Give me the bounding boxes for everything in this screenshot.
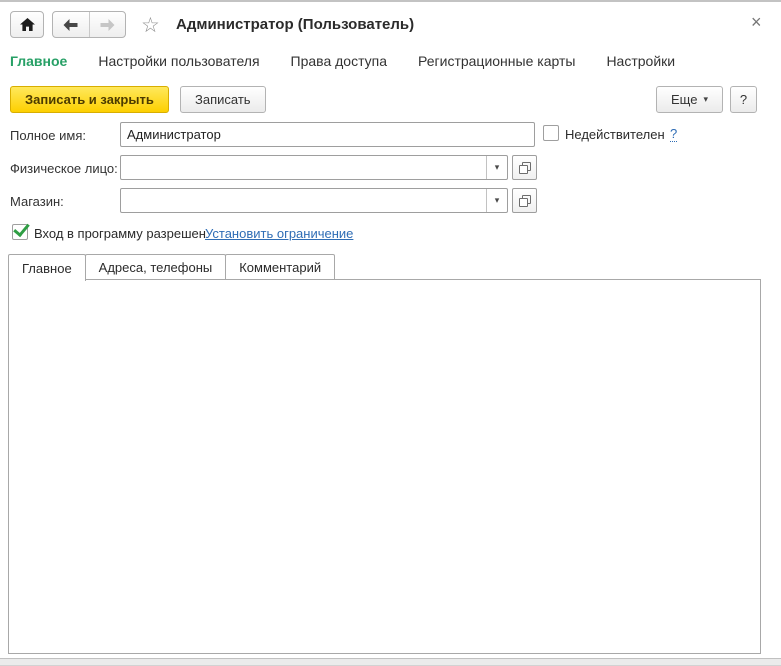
- close-icon[interactable]: ×: [751, 13, 762, 31]
- store-input[interactable]: [121, 189, 486, 212]
- menu-item-user-settings[interactable]: Настройки пользователя: [98, 53, 259, 69]
- arrow-left-icon: [63, 19, 78, 31]
- store-open-button[interactable]: [512, 188, 537, 213]
- history-nav-group: [52, 11, 126, 38]
- full-name-label: Полное имя:: [10, 128, 86, 143]
- help-button[interactable]: ?: [730, 86, 757, 113]
- chevron-down-icon: ▾: [703, 94, 708, 105]
- house-icon: [20, 18, 35, 31]
- save-and-close-button[interactable]: Записать и закрыть: [10, 86, 169, 113]
- arrow-right-icon: [100, 19, 115, 31]
- store-dropdown-button[interactable]: ▾: [486, 189, 507, 212]
- section-menu: Главное Настройки пользователя Права дос…: [10, 53, 675, 69]
- chevron-down-icon: ▾: [495, 162, 500, 173]
- tab-panel-main: [8, 279, 761, 654]
- person-dropdown-button[interactable]: ▾: [486, 156, 507, 179]
- favorite-star-icon[interactable]: ☆: [141, 15, 160, 36]
- more-button-label: Еще: [671, 92, 697, 107]
- back-button[interactable]: [53, 12, 89, 37]
- tab-addresses[interactable]: Адреса, телефоны: [85, 254, 227, 280]
- login-allowed-checkbox[interactable]: [12, 224, 28, 240]
- tab-strip: Главное Адреса, телефоны Комментарий: [8, 254, 334, 281]
- store-combo: ▾: [120, 188, 508, 213]
- invalid-checkbox[interactable]: [543, 125, 559, 141]
- window-title: Администратор (Пользователь): [176, 16, 414, 33]
- tab-main[interactable]: Главное: [8, 254, 86, 281]
- store-label: Магазин:: [10, 194, 64, 209]
- tab-comment[interactable]: Комментарий: [225, 254, 335, 280]
- invalid-label: Недействителен: [565, 127, 665, 142]
- save-button[interactable]: Записать: [180, 86, 266, 113]
- chevron-down-icon: ▾: [495, 195, 500, 206]
- person-open-button[interactable]: [512, 155, 537, 180]
- person-combo: ▾: [120, 155, 508, 180]
- window-bottom-bar: [0, 658, 781, 666]
- user-form-window: ☆ Администратор (Пользователь) × Главное…: [0, 0, 781, 666]
- invalid-help-link[interactable]: ?: [670, 126, 677, 142]
- menu-item-settings[interactable]: Настройки: [606, 53, 675, 69]
- open-form-icon: [519, 162, 531, 174]
- login-allowed-label: Вход в программу разрешен: [34, 226, 206, 241]
- person-label: Физическое лицо:: [10, 161, 118, 176]
- open-form-icon: [519, 195, 531, 207]
- menu-item-registration-cards[interactable]: Регистрационные карты: [418, 53, 575, 69]
- full-name-input[interactable]: [120, 122, 535, 147]
- forward-button[interactable]: [90, 12, 126, 37]
- menu-item-access-rights[interactable]: Права доступа: [291, 53, 387, 69]
- home-button[interactable]: [10, 11, 44, 38]
- more-button[interactable]: Еще ▾: [656, 86, 723, 113]
- set-restriction-link[interactable]: Установить ограничение: [205, 226, 353, 241]
- person-input[interactable]: [121, 156, 486, 179]
- menu-item-main[interactable]: Главное: [10, 53, 67, 69]
